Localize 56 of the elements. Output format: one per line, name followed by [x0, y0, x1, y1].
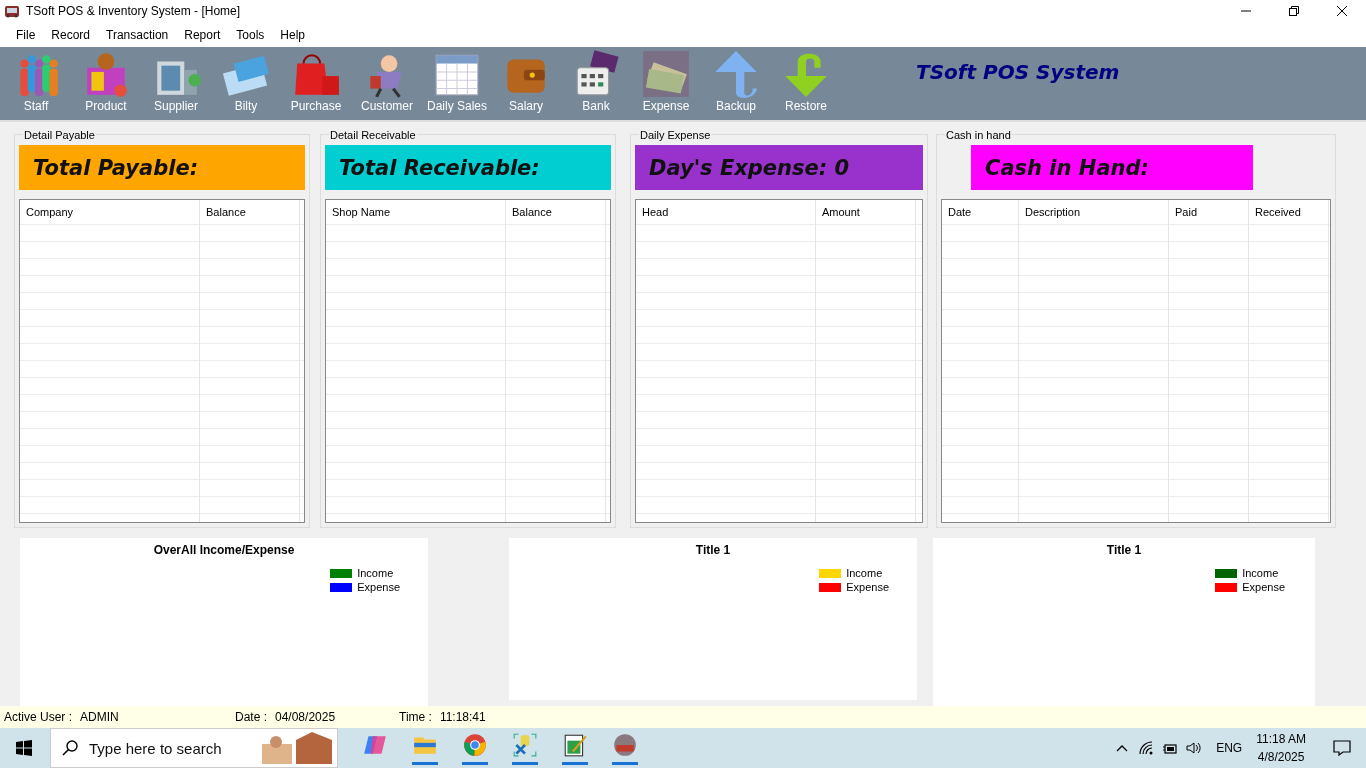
group-title: Detail Payable — [23, 129, 96, 141]
legend-label: Expense — [1242, 581, 1285, 593]
tools-icon[interactable] — [512, 731, 538, 765]
toolbar-button[interactable]: Purchase — [286, 47, 346, 113]
toolbar-button[interactable]: Restore — [776, 47, 836, 113]
status-label: Date : — [235, 710, 267, 724]
toolbar-button[interactable]: Bilty — [216, 47, 276, 113]
window-title: TSoft POS & Inventory System - [Home] — [26, 4, 241, 18]
legend-label: Expense — [846, 581, 889, 593]
group-title: Detail Receivable — [329, 129, 417, 141]
toolbar-button[interactable]: Staff — [6, 47, 66, 113]
toolbar-button[interactable]: Salary — [496, 47, 556, 113]
wifi-icon[interactable] — [1138, 740, 1155, 756]
toolbar-button[interactable]: Expense — [636, 47, 696, 113]
notification-icon[interactable] — [1332, 738, 1352, 758]
legend-label: Income — [357, 567, 394, 579]
toolbar-button[interactable]: Daily Sales — [426, 47, 488, 113]
chart-title: OverAll Income/Expense — [152, 543, 296, 557]
clock[interactable]: 11:18 AM 4/8/2025 — [1256, 730, 1306, 766]
status-value: 04/08/2025 — [275, 710, 336, 724]
status-value: 11:18:41 — [439, 710, 486, 724]
menu-item[interactable]: Record — [43, 27, 99, 42]
status-label: Active User : — [4, 710, 72, 724]
total-banner: Cash in Hand: — [971, 145, 1253, 190]
status-value: ADMIN — [80, 710, 119, 724]
windows-start-icon[interactable] — [16, 740, 32, 756]
toolbar-button[interactable]: Product — [76, 47, 136, 113]
status-label: Time : — [399, 710, 432, 724]
menu-item[interactable]: File — [8, 27, 44, 42]
legend-label: Income — [1242, 567, 1279, 579]
chart-title: Title 1 — [694, 543, 732, 557]
total-banner: Day's Expense: 0 — [635, 145, 923, 190]
legend-label: Expense — [357, 581, 400, 593]
restore-icon[interactable] — [1288, 5, 1300, 17]
total-banner: Total Payable: — [19, 145, 305, 190]
chart-title: Title 1 — [1105, 543, 1143, 557]
group-title: Cash in hand — [945, 129, 1012, 141]
money-icon — [641, 49, 691, 99]
search-icon — [62, 740, 78, 756]
legend-label: Income — [846, 567, 883, 579]
language-indicator[interactable]: ENG — [1216, 741, 1243, 755]
toolbar-button[interactable]: Customer — [356, 47, 418, 113]
app-heading: TSoft POS System — [916, 60, 1120, 84]
toolbar-button[interactable]: Bank — [566, 47, 626, 113]
group-title: Daily Expense — [639, 129, 712, 141]
toolbar-button[interactable]: Backup — [706, 47, 766, 113]
menu-item[interactable]: Report — [176, 27, 229, 42]
menu-item[interactable]: Tools — [228, 27, 273, 42]
menu-item[interactable]: Help — [272, 27, 313, 42]
speaker-icon[interactable] — [1186, 740, 1203, 756]
app-icon[interactable] — [612, 731, 638, 765]
total-banner: Total Receivable: — [325, 145, 611, 190]
app-icon — [4, 3, 20, 19]
close-icon[interactable] — [1336, 5, 1348, 17]
menu-item[interactable]: Transaction — [98, 27, 177, 42]
toolbar-button[interactable]: Supplier — [146, 47, 206, 113]
